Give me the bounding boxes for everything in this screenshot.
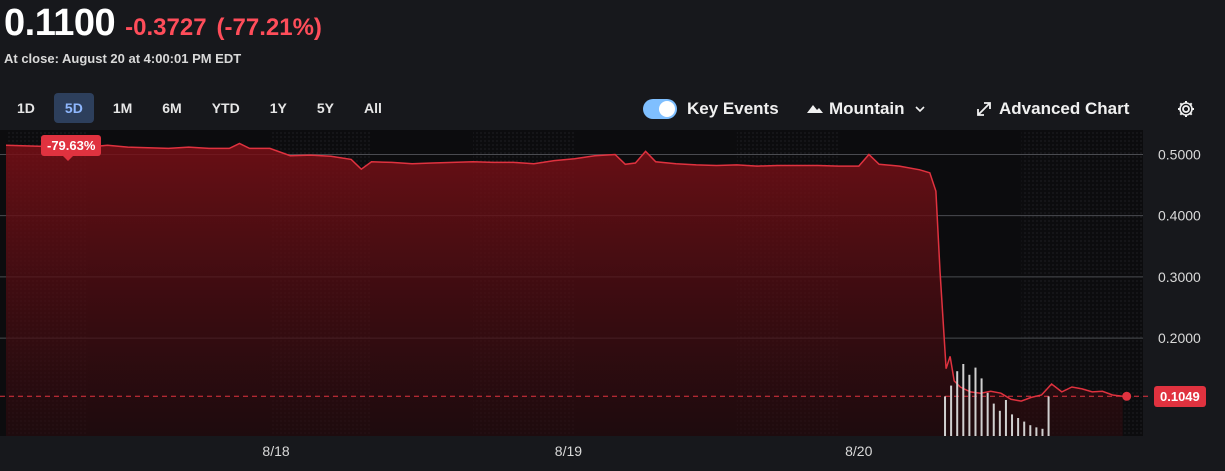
volume-bar: [980, 378, 983, 436]
volume-bar: [1011, 414, 1014, 436]
y-tick-label: 0.5000: [1158, 146, 1201, 162]
range-button-ytd[interactable]: YTD: [201, 93, 251, 123]
volume-bar: [1023, 421, 1026, 436]
price-change-percent: (-77.21%): [216, 14, 322, 41]
x-tick-label: 8/20: [845, 443, 872, 459]
volume-bar: [1035, 427, 1038, 436]
y-tick-label: 0.2000: [1158, 330, 1201, 346]
advanced-chart-button[interactable]: Advanced Chart: [975, 95, 1129, 123]
price-row: 0.1100 -0.3727 (-77.21%): [4, 2, 322, 45]
volume-bar: [1047, 396, 1050, 436]
range-button-5d[interactable]: 5D: [53, 93, 94, 123]
volume-bar: [956, 371, 959, 436]
y-tick-label: 0.4000: [1158, 208, 1201, 224]
volume-bar: [998, 410, 1001, 436]
range-button-1y[interactable]: 1Y: [259, 93, 298, 123]
volume-bar: [986, 392, 989, 436]
volume-bar: [944, 396, 947, 436]
volume-bar: [1004, 400, 1007, 436]
volume-bar: [968, 374, 971, 436]
mountain-icon: [807, 105, 823, 113]
volume-bar: [992, 403, 995, 436]
chevron-down-icon: [914, 106, 925, 113]
settings-button[interactable]: [1176, 95, 1196, 123]
volume-bar: [974, 367, 977, 436]
advanced-chart-label: Advanced Chart: [999, 99, 1130, 118]
volume-bar: [950, 385, 953, 436]
price-chart[interactable]: 0.5000 0.4000 0.3000 0.2000 8/18 8/19 8/20: [0, 128, 1225, 466]
volume-bar: [962, 364, 965, 436]
range-button-all[interactable]: All: [353, 93, 393, 123]
range-button-1m[interactable]: 1M: [102, 93, 143, 123]
y-tick-label: 0.3000: [1158, 269, 1201, 285]
x-tick-label: 8/19: [555, 443, 582, 459]
key-events-toggle[interactable]: Key Events: [643, 95, 779, 123]
key-events-label: Key Events: [687, 99, 779, 118]
volume-bar: [1029, 425, 1032, 436]
volume-bar: [1041, 428, 1044, 436]
price-change: -0.3727: [125, 14, 207, 41]
range-button-6m[interactable]: 6M: [151, 93, 192, 123]
toggle-knob: [659, 101, 675, 117]
volume-bar: [1017, 418, 1020, 436]
expand-icon: [977, 102, 991, 116]
chart-type-dropdown[interactable]: Mountain: [806, 95, 927, 123]
last-price-tag: 0.1049: [1154, 386, 1206, 407]
chart-type-label: Mountain: [829, 99, 905, 118]
current-price: 0.1100: [4, 2, 116, 44]
gear-icon: [1178, 101, 1194, 117]
range-selector: 1D 5D 1M 6M YTD 1Y 5Y All: [6, 93, 393, 123]
chart-canvas[interactable]: 0.5000 0.4000 0.3000 0.2000 8/18 8/19 8/20: [0, 128, 1225, 466]
last-price-dot: [1122, 391, 1132, 401]
range-button-5y[interactable]: 5Y: [306, 93, 345, 123]
x-tick-label: 8/18: [262, 443, 289, 459]
market-close-info: At close: August 20 at 4:00:01 PM EDT: [4, 51, 242, 66]
range-button-1d[interactable]: 1D: [6, 93, 46, 123]
toggle-switch[interactable]: [643, 99, 677, 119]
period-change-tag: -79.63%: [41, 135, 102, 161]
